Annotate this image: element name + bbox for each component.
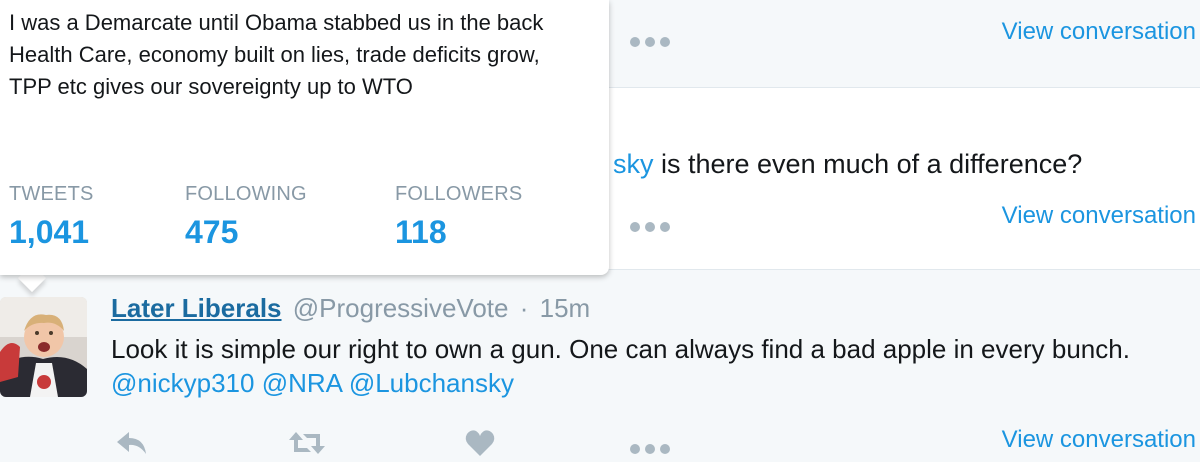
tweet-text-content: Look it is simple our right to own a gun… — [111, 334, 1130, 364]
mention-link[interactable]: @NRA — [262, 368, 342, 398]
more-icon[interactable] — [630, 35, 674, 49]
retweet-icon[interactable] — [287, 428, 327, 462]
tweet-text: Look it is simple our right to own a gun… — [111, 332, 1171, 400]
stat-following[interactable]: FOLLOWING 475 — [185, 183, 307, 251]
heart-icon[interactable] — [464, 428, 496, 462]
username-link[interactable]: @ProgressiveVote — [293, 293, 509, 323]
profile-hover-card: I was a Demarcate until Obama stabbed us… — [0, 0, 609, 275]
tweet-text-content: is there even much of a difference? — [653, 149, 1083, 179]
mention-link[interactable]: @Lubchansky — [349, 368, 514, 398]
stat-following-value[interactable]: 475 — [185, 214, 307, 251]
more-icon[interactable] — [630, 220, 674, 234]
profile-bio: I was a Demarcate until Obama stabbed us… — [9, 10, 544, 99]
view-conversation-link[interactable]: View conversation — [1002, 202, 1196, 230]
tweet-row-3: Later Liberals @ProgressiveVote · 15m Lo… — [0, 270, 1200, 462]
stat-following-label: FOLLOWING — [185, 183, 307, 205]
stat-followers-value[interactable]: 118 — [395, 214, 522, 251]
mention-link[interactable]: sky — [613, 149, 654, 179]
stat-followers-label: FOLLOWERS — [395, 183, 523, 205]
avatar[interactable] — [0, 297, 87, 397]
display-name-link[interactable]: Later Liberals — [111, 293, 282, 323]
stat-tweets-value[interactable]: 1,041 — [9, 214, 94, 251]
stat-followers[interactable]: FOLLOWERS 118 — [395, 183, 522, 251]
reply-icon[interactable] — [115, 428, 149, 462]
mention-link[interactable]: @nickyp310 — [111, 368, 254, 398]
tweet-text: sky is there even much of a difference? — [613, 149, 1082, 180]
stat-tweets[interactable]: TWEETS 1,041 — [9, 183, 94, 251]
view-conversation-link[interactable]: View conversation — [1002, 18, 1196, 46]
timestamp-link[interactable]: 15m — [540, 293, 591, 323]
tweet-header: Later Liberals @ProgressiveVote · 15m — [111, 293, 590, 324]
separator: · — [519, 293, 529, 323]
view-conversation-link[interactable]: View conversation — [1002, 426, 1196, 454]
stat-tweets-label: TWEETS — [9, 183, 94, 205]
more-icon[interactable] — [630, 442, 674, 456]
